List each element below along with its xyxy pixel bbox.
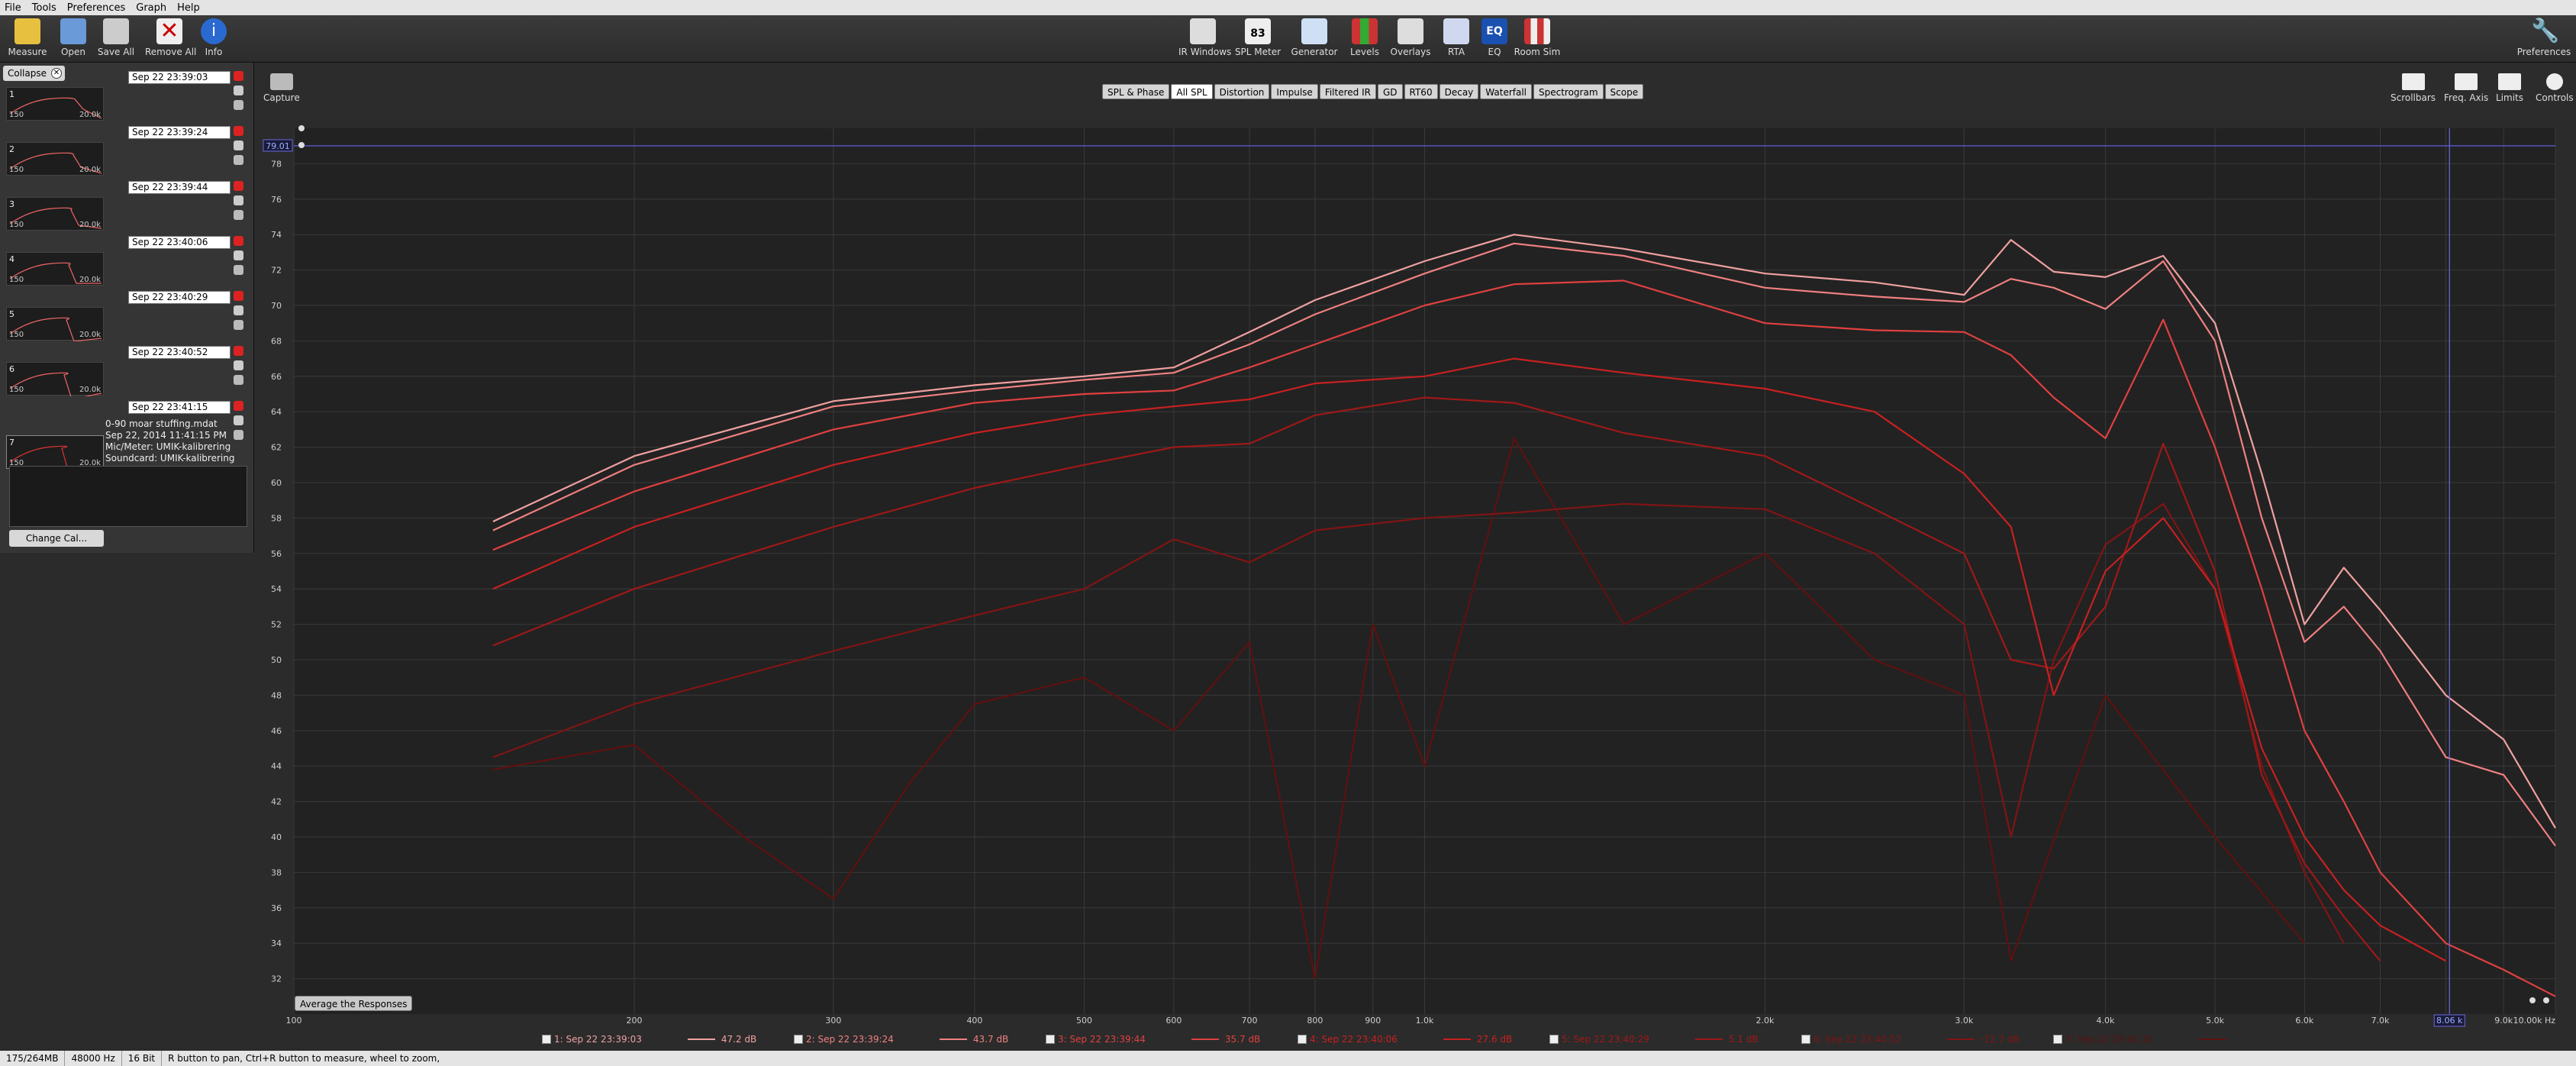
legend-value: 27.6 dB <box>1476 1034 1513 1045</box>
y-tick-label: 74 <box>271 230 282 240</box>
legend-value: 35.7 dB <box>1224 1034 1261 1045</box>
x-tick-label: 100 <box>286 1016 302 1026</box>
y-tick-label: 64 <box>271 407 282 417</box>
y-tick-label: 40 <box>271 832 282 842</box>
legend-swatch <box>939 1039 967 1040</box>
y-tick-label: 60 <box>271 478 282 488</box>
x-tick-label: 1.0k <box>1416 1016 1434 1026</box>
y-tick-label: 38 <box>271 867 282 877</box>
x-tick-label: 800 <box>1307 1016 1323 1026</box>
legend-checkbox[interactable] <box>1298 1035 1307 1044</box>
legend-entry[interactable]: 1: Sep 22 23:39:03 47.2 dB <box>542 1034 756 1045</box>
x-tick-label: 600 <box>1165 1016 1182 1026</box>
y-tick-label: 78 <box>271 159 282 169</box>
hint-status: R button to pan, Ctrl+R button to measur… <box>168 1053 440 1064</box>
zoom-handle-icon <box>2543 997 2549 1003</box>
x-tick-label: 7.0k <box>2371 1016 2390 1026</box>
y-tick-label: 62 <box>271 443 282 453</box>
legend-swatch <box>1694 1039 1723 1040</box>
y-tick-label: 50 <box>271 655 282 665</box>
legend-checkbox[interactable] <box>794 1035 803 1044</box>
legend-checkbox[interactable] <box>1549 1035 1559 1044</box>
legend-label: 5: Sep 22 23:40:29 <box>1562 1034 1649 1045</box>
x-tick-label: 4.0k <box>2097 1016 2115 1026</box>
memory-status: 175/264MB <box>0 1051 66 1066</box>
y-tick-label: 70 <box>271 301 282 311</box>
x-tick-label: 200 <box>626 1016 642 1026</box>
x-tick-label: 500 <box>1076 1016 1092 1026</box>
legend-swatch <box>687 1039 715 1040</box>
y-tick-label: 32 <box>271 974 282 984</box>
y-tick-label: 42 <box>271 797 282 807</box>
legend-swatch <box>1946 1039 1975 1040</box>
legend-checkbox[interactable] <box>1046 1035 1055 1044</box>
legend-swatch <box>1191 1039 1219 1040</box>
legend-bar: 1: Sep 22 23:39:03 47.2 dB 2: Sep 22 23:… <box>0 1031 2576 1048</box>
zoom-handle-icon <box>298 142 305 148</box>
legend-entry[interactable]: 4: Sep 22 23:40:06 27.6 dB <box>1298 1034 1512 1045</box>
x-tick-label: 5.0k <box>2206 1016 2224 1026</box>
legend-checkbox[interactable] <box>1801 1035 1810 1044</box>
legend-entry[interactable]: 7: Sep 22 23:41:15 <box>2053 1034 2233 1045</box>
x-tick-label: 9.0k <box>2494 1016 2513 1026</box>
zoom-handle-icon <box>2529 997 2536 1003</box>
legend-label: 7: Sep 22 23:41:15 <box>2065 1034 2153 1045</box>
bit-depth-status: 16 Bit <box>122 1051 163 1066</box>
legend-entry[interactable]: 5: Sep 22 23:40:29 5.1 dB <box>1549 1034 1759 1045</box>
legend-swatch <box>2198 1039 2226 1040</box>
sample-rate-status: 48000 Hz <box>65 1051 122 1066</box>
x-tick-label: 400 <box>966 1016 982 1026</box>
y-tick-label: 56 <box>271 549 282 559</box>
spl-graph[interactable]: 32 34 36 38 40 42 44 46 48 50 52 54 56 58 60 62 64 66 68 70… <box>0 0 2576 1066</box>
legend-checkbox[interactable] <box>2053 1035 2062 1044</box>
y-tick-label: 76 <box>271 195 282 205</box>
y-tick-label: 54 <box>271 584 282 594</box>
legend-label: 6: Sep 22 23:40:52 <box>1814 1034 1901 1045</box>
x-tick-label: 700 <box>1242 1016 1258 1026</box>
average-responses-button[interactable]: Average the Responses <box>295 996 413 1011</box>
status-bar: 175/264MB 48000 Hz 16 Bit R button to pa… <box>0 1051 2576 1066</box>
x-tick-label: 900 <box>1365 1016 1381 1026</box>
x-tick-label: 3.0k <box>1955 1016 1973 1026</box>
legend-swatch <box>1443 1039 1471 1040</box>
x-tick-label: 2.0k <box>1756 1016 1775 1026</box>
y-tick-label: 34 <box>271 938 282 948</box>
y-tick-label: 44 <box>271 761 282 771</box>
y-tick-label: 36 <box>271 903 282 913</box>
legend-value: -12.7 dB <box>1980 1034 2020 1045</box>
x-tick-label: 6.0k <box>2295 1016 2313 1026</box>
legend-value: 47.2 dB <box>721 1034 757 1045</box>
y-tick-label: 58 <box>271 513 282 523</box>
legend-label: 3: Sep 22 23:39:44 <box>1058 1034 1146 1045</box>
x-cursor-readout: 8.06 k <box>2436 1016 2463 1026</box>
y-cursor-readout: 79.01 <box>266 141 290 151</box>
legend-entry[interactable]: 6: Sep 22 23:40:52 -12.7 dB <box>1801 1034 2020 1045</box>
y-tick-label: 52 <box>271 620 282 630</box>
legend-label: 4: Sep 22 23:40:06 <box>1310 1034 1398 1045</box>
y-tick-label: 48 <box>271 690 282 700</box>
legend-entry[interactable]: 3: Sep 22 23:39:44 35.7 dB <box>1046 1034 1260 1045</box>
zoom-handle-icon <box>298 125 305 131</box>
x-tick-label: 300 <box>825 1016 841 1026</box>
y-tick-label: 68 <box>271 336 282 346</box>
legend-label: 1: Sep 22 23:39:03 <box>554 1034 642 1045</box>
legend-entry[interactable]: 2: Sep 22 23:39:24 43.7 dB <box>794 1034 1008 1045</box>
x-tick-label: 10.00k Hz <box>2513 1016 2556 1026</box>
legend-value: 43.7 dB <box>972 1034 1009 1045</box>
y-tick-label: 46 <box>271 726 282 736</box>
legend-checkbox[interactable] <box>542 1035 551 1044</box>
legend-value: 5.1 dB <box>1728 1034 1759 1045</box>
legend-label: 2: Sep 22 23:39:24 <box>806 1034 894 1045</box>
y-tick-label: 66 <box>271 372 282 382</box>
y-tick-label: 72 <box>271 266 282 276</box>
